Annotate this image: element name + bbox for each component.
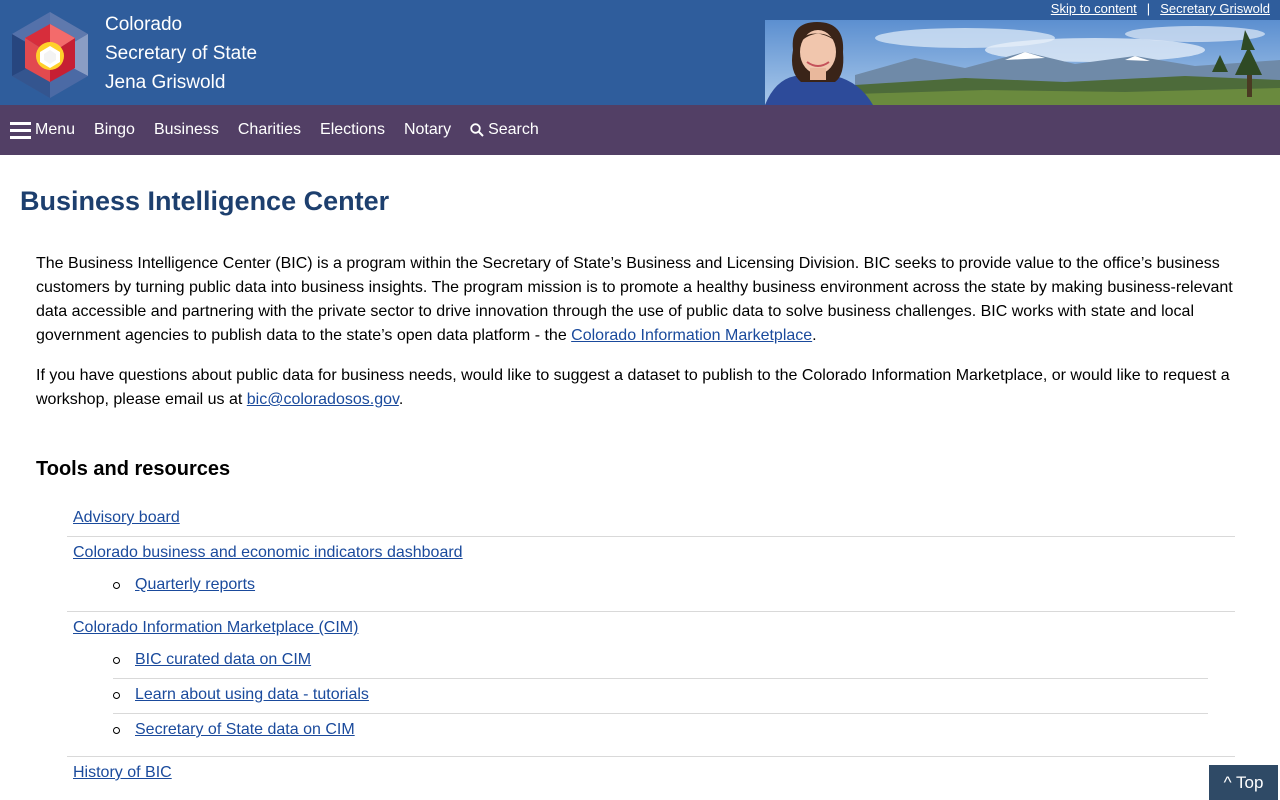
bullet-icon xyxy=(113,692,120,699)
hamburger-menu-icon xyxy=(10,121,31,139)
sub-resource-item: Learn about using data - tutorials xyxy=(113,679,1208,714)
bullet-icon xyxy=(113,727,120,734)
colorado-seal-logo-icon[interactable] xyxy=(9,10,91,100)
title-line-1: Colorado xyxy=(105,14,183,35)
main-nav: Menu Bingo Business Charities Elections … xyxy=(0,105,1280,155)
nav-menu-label: Menu xyxy=(35,121,76,138)
advisory-board-link[interactable]: Advisory board xyxy=(73,508,180,528)
resource-sublist: Quarterly reports xyxy=(73,569,1208,603)
intro-text: The Business Intelligence Center (BIC) i… xyxy=(36,252,1241,428)
cim-link[interactable]: Colorado Information Marketplace (CIM) xyxy=(73,618,358,638)
resource-item: Advisory board xyxy=(67,502,1235,537)
title-line-2: Secretary of State xyxy=(105,43,258,64)
nav-search-label: Search xyxy=(488,121,539,138)
colorado-information-marketplace-link[interactable]: Colorado Information Marketplace xyxy=(571,327,812,344)
resource-item: Colorado Information Marketplace (CIM) B… xyxy=(67,612,1235,757)
resources-list: Advisory board Colorado business and eco… xyxy=(67,502,1235,791)
secretary-portrait-mountains-banner xyxy=(765,20,1280,105)
sos-data-link[interactable]: Secretary of State data on CIM xyxy=(135,720,355,740)
utility-separator: | xyxy=(1146,1,1151,16)
intro-paragraph-1-end: . xyxy=(812,327,817,344)
data-tutorials-link[interactable]: Learn about using data - tutorials xyxy=(135,685,369,705)
resource-item: Colorado business and economic indicator… xyxy=(67,537,1235,612)
nav-item-bingo[interactable]: Bingo xyxy=(94,121,135,139)
sub-resource-item: Quarterly reports xyxy=(113,569,1208,603)
intro-paragraph-2: If you have questions about public data … xyxy=(36,364,1241,412)
back-to-top-button[interactable]: ^ Top xyxy=(1209,765,1278,800)
nav-item-notary[interactable]: Notary xyxy=(404,121,451,139)
resource-item: History of BIC xyxy=(67,757,1235,791)
nav-item-charities[interactable]: Charities xyxy=(238,121,301,139)
bullet-icon xyxy=(113,657,120,664)
intro-paragraph-2-text: If you have questions about public data … xyxy=(36,367,1230,408)
site-title[interactable]: Colorado Secretary of State Jena Griswol… xyxy=(105,10,257,97)
nav-search-button[interactable]: Search xyxy=(470,121,539,139)
bic-email-link[interactable]: bic@coloradosos.gov xyxy=(247,391,399,408)
sub-resource-item: Secretary of State data on CIM xyxy=(113,714,1208,748)
nav-menu-button[interactable]: Menu xyxy=(10,121,75,139)
resource-sublist: BIC curated data on CIM Learn about usin… xyxy=(73,644,1208,748)
sub-resource-item: BIC curated data on CIM xyxy=(113,644,1208,679)
search-icon xyxy=(470,123,484,137)
page-title: Business Intelligence Center xyxy=(20,186,390,216)
site-header: Colorado Secretary of State Jena Griswol… xyxy=(0,0,1280,105)
intro-paragraph-1: The Business Intelligence Center (BIC) i… xyxy=(36,252,1241,348)
nav-item-business[interactable]: Business xyxy=(154,121,219,139)
intro-paragraph-2-end: . xyxy=(398,391,404,408)
quarterly-reports-link[interactable]: Quarterly reports xyxy=(135,575,255,595)
tools-resources-heading: Tools and resources xyxy=(36,458,231,480)
title-line-3: Jena Griswold xyxy=(105,72,226,93)
utility-links: Skip to content | Secretary Griswold xyxy=(1051,1,1270,16)
skip-to-content-link[interactable]: Skip to content xyxy=(1051,1,1137,16)
secretary-griswold-link[interactable]: Secretary Griswold xyxy=(1160,1,1270,16)
bic-curated-data-link[interactable]: BIC curated data on CIM xyxy=(135,650,311,670)
bullet-icon xyxy=(113,582,120,589)
indicators-dashboard-link[interactable]: Colorado business and economic indicator… xyxy=(73,543,463,563)
nav-item-elections[interactable]: Elections xyxy=(320,121,385,139)
history-of-bic-link[interactable]: History of BIC xyxy=(73,763,172,783)
